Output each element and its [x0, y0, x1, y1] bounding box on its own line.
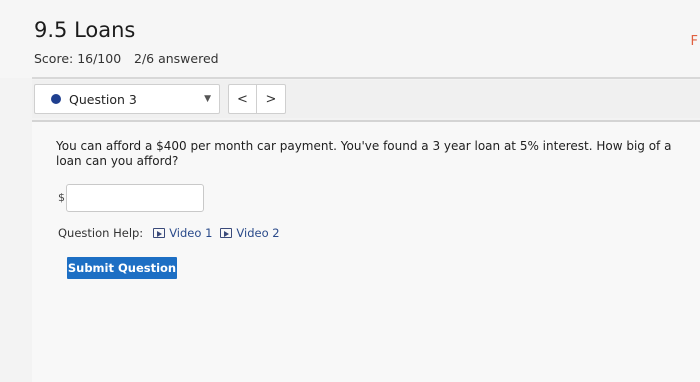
score-text: Score: 16/100	[34, 51, 122, 66]
question-pager: < >	[228, 84, 286, 114]
page: 9.5 Loans Score: 16/100 2/6 answered F Q…	[0, 0, 700, 382]
question-selector[interactable]: Question 3 ▼	[34, 84, 220, 114]
video-2-label: Video 2	[236, 226, 280, 240]
video-1-label: Video 1	[169, 226, 213, 240]
question-status-dot	[51, 94, 61, 104]
assignment-header: 9.5 Loans Score: 16/100 2/6 answered F	[0, 0, 700, 78]
page-title: 9.5 Loans	[34, 18, 136, 42]
video-1-link[interactable]: Video 1	[153, 226, 212, 240]
currency-prefix: $	[58, 191, 65, 204]
answer-input[interactable]	[66, 184, 204, 212]
next-question-button[interactable]: >	[257, 85, 285, 113]
previous-question-button[interactable]: <	[229, 85, 258, 113]
submit-question-button[interactable]: Submit Question	[67, 257, 177, 279]
question-help-label: Question Help:	[58, 226, 144, 240]
video-play-icon	[220, 228, 233, 238]
question-text: You can afford a $400 per month car paym…	[56, 139, 672, 168]
question-help: Question Help: Video 1 Video 2	[58, 226, 288, 240]
question-selector-label: Question 3	[69, 91, 137, 107]
header-divider	[32, 77, 700, 79]
answered-count: 2/6 answered	[134, 51, 219, 66]
video-play-icon	[153, 228, 166, 238]
clipped-edge-label: F	[690, 34, 698, 49]
dropdown-caret-icon: ▼	[204, 94, 211, 104]
video-2-link[interactable]: Video 2	[220, 226, 280, 240]
